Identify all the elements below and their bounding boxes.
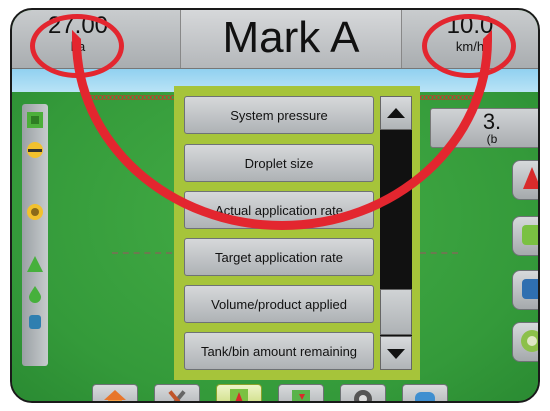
north-arrow-button[interactable] (512, 160, 538, 200)
boom-icon[interactable] (25, 110, 45, 130)
screen-icon (522, 279, 538, 299)
north-arrow-icon (523, 167, 538, 189)
left-toolbar (22, 104, 48, 366)
vehicle-icon[interactable] (25, 254, 45, 274)
boom-control-icon[interactable] (25, 140, 45, 160)
zoom-button[interactable] (512, 322, 538, 362)
gauge-icon (354, 390, 372, 401)
console-frame: ooooooooooooooooooooooo ooooooooooooooo … (0, 0, 550, 411)
tank-icon[interactable] (25, 312, 45, 332)
cloud-icon (415, 392, 435, 401)
home-icon (104, 390, 126, 401)
tab-home[interactable] (92, 384, 138, 401)
guidance-icon (230, 389, 248, 401)
bottom-tab-bar (92, 384, 482, 401)
drop-icon[interactable] (25, 284, 45, 304)
map-icon (522, 225, 538, 245)
guideline-left (112, 252, 172, 256)
menu-item-tank-remaining[interactable]: Tank/bin amount remaining (184, 332, 374, 370)
guidance-screen: ooooooooooooooooooooooo ooooooooooooooo … (10, 8, 540, 403)
warning-icon[interactable] (25, 202, 45, 222)
tab-guidance[interactable] (216, 384, 262, 401)
scroll-down-button[interactable] (380, 336, 412, 370)
tab-cloud[interactable] (402, 384, 448, 401)
zoom-icon (521, 330, 538, 352)
tab-tools[interactable] (154, 384, 200, 401)
tab-gauge[interactable] (340, 384, 386, 401)
screen-view-button[interactable] (512, 270, 538, 310)
field-icon (292, 390, 310, 401)
menu-item-target-rate[interactable]: Target application rate (184, 238, 374, 276)
guideline-right (420, 252, 458, 256)
scroll-thumb[interactable] (380, 289, 412, 335)
arrow-down-icon (387, 349, 405, 359)
tab-field[interactable] (278, 384, 324, 401)
menu-item-volume-applied[interactable]: Volume/product applied (184, 285, 374, 323)
map-view-button[interactable] (512, 216, 538, 256)
tools-icon (168, 390, 186, 401)
